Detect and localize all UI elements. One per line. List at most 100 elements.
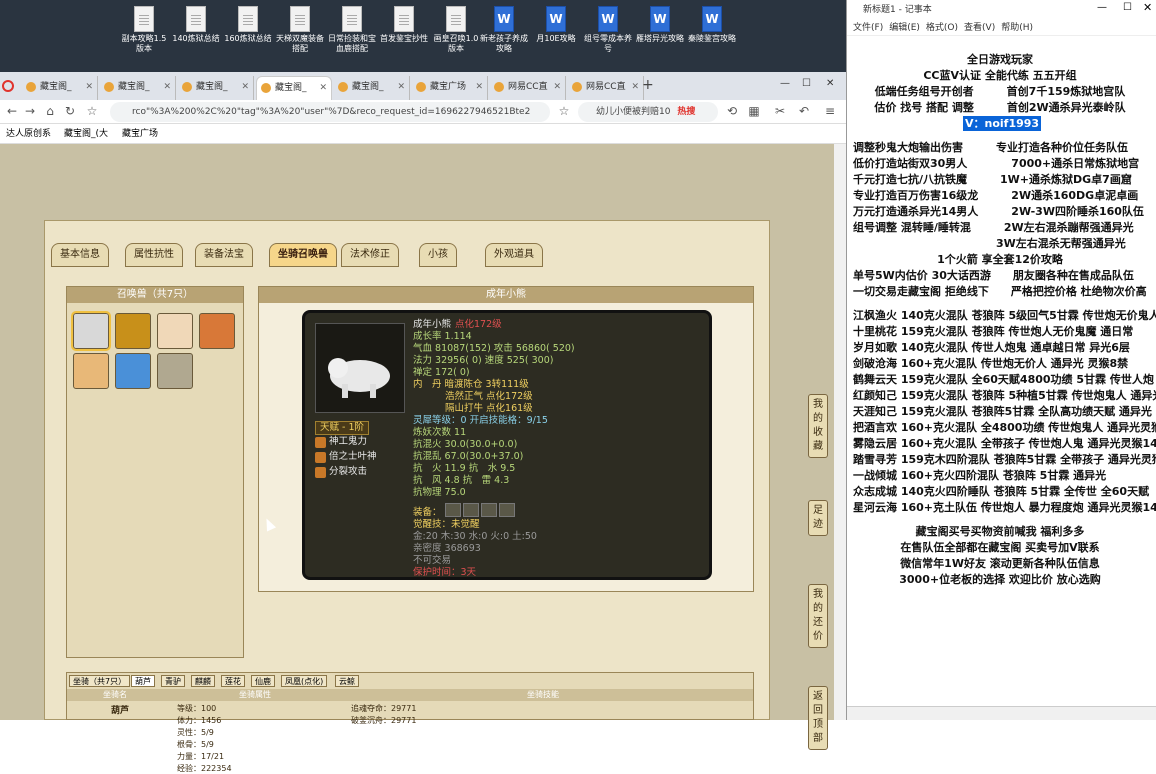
pet-avatar-bear[interactable] [71,311,111,351]
pet-skill[interactable]: 分裂攻击 [329,466,367,478]
tab-close-icon[interactable]: ✕ [475,76,483,98]
sync-icon[interactable]: ⟲ [724,103,740,119]
pet-avatar-warrior[interactable] [199,313,235,349]
desktop-icon[interactable]: 首发鉴宝抄性 [378,6,430,44]
game-tab[interactable]: 属性抗性 [125,243,183,267]
pet-skill[interactable]: 倍之士叶神 [329,451,377,463]
search-input[interactable]: 幼儿小便被判赔10 热搜 [578,102,718,122]
bookmark-item[interactable]: 达人原创系 [6,124,51,144]
desktop-icon[interactable]: W 组号零成本养号 [582,6,634,54]
equip-slot[interactable] [445,503,461,517]
home-icon[interactable]: ⌂ [42,103,58,119]
undo-icon[interactable]: ↶ [796,103,812,119]
bookmark-star-icon[interactable]: ☆ [556,103,572,119]
game-tab[interactable]: 小孩 [419,243,457,267]
grid-icon[interactable]: ▦ [746,103,762,119]
side-button[interactable]: 我的收藏 [808,394,828,458]
notepad-menu-item[interactable]: 帮助(H) [1001,23,1033,33]
tab-close-icon[interactable]: ✕ [85,76,93,98]
browser-tab[interactable]: 网易CC直 ✕ [568,76,644,100]
game-tab[interactable]: 基本信息 [51,243,109,267]
url-input[interactable]: rco"%3A%200%2C%20"tag"%3A%20"user"%7D&re… [110,102,550,122]
notepad-menu-item[interactable]: 查看(V) [964,23,995,33]
page-scrollbar[interactable] [834,144,846,720]
equip-slot[interactable] [463,503,479,517]
pet-avatar-monk[interactable] [157,353,193,389]
star-icon[interactable]: ☆ [84,103,100,119]
desktop: 副本攻略1.5版本 140炼狱总结 160炼狱总结 天梯双魔装备搭配 日常捡装和宝血鹿搭… [0,0,846,72]
notepad-line: CC蓝V认证 全能代练 五五开组 [923,69,1077,82]
desktop-icon[interactable]: 画皇召唤1.0版本 [430,6,482,54]
side-button[interactable]: 足迹 [808,500,828,536]
desktop-icon[interactable]: 日常捡装和宝血鹿搭配 [326,6,378,54]
tab-close-icon[interactable]: ✕ [241,76,249,98]
notepad-menu-item[interactable]: 格式(O) [926,23,958,33]
notepad-menu-item[interactable]: 编辑(E) [889,23,920,33]
pet-avatar-spirit[interactable] [115,353,151,389]
tab-close-icon[interactable]: ✕ [163,76,171,98]
minimize-icon[interactable]: — [780,78,790,89]
browser-tab[interactable]: 藏宝广场 ✕ [412,76,488,100]
notepad-text-area[interactable]: 全日游戏玩家 CC蓝V认证 全能代练 五五开组 低端任务组号开创者 首创7千159炼… [847,36,1156,706]
game-tab[interactable]: 装备法宝 [195,243,253,267]
forward-icon[interactable]: → [22,103,38,119]
tab-close-icon[interactable]: ✕ [631,76,639,98]
side-button[interactable]: 返回顶部 [808,686,828,750]
desktop-icon[interactable]: W 新老孩子养成攻略 [478,6,530,54]
desktop-icon[interactable]: 副本攻略1.5版本 [118,6,170,54]
mount-tab[interactable]: 青驴 [161,675,185,687]
close-icon[interactable]: ✕ [1143,1,1152,14]
browser-tab[interactable]: 藏宝阁_ ✕ [100,76,176,100]
mount-tab[interactable]: 云鲸 [335,675,359,687]
maximize-icon[interactable]: ☐ [1123,2,1132,13]
bookmark-item[interactable]: 藏宝广场 [122,124,158,144]
mount-tab[interactable]: 凤凰(点化) [281,675,328,687]
pet-skill[interactable]: 神工鬼力 [329,436,367,448]
browser-tab[interactable]: 藏宝阁_ ✕ [178,76,254,100]
notepad-line: 低端任务组号开创者 首创7千159炼狱地宫队 [874,85,1126,98]
scissors-icon[interactable]: ✂ [772,103,788,119]
pet-avatar-fairy[interactable] [157,313,193,349]
desktop-icon[interactable]: W 月10E攻略 [530,6,582,44]
desktop-icon[interactable]: W 雁塔异光攻略 [634,6,686,44]
mount-attr: 等级：100 [177,704,217,713]
pet-avatar-dragon[interactable] [115,313,151,349]
close-icon[interactable]: ✕ [826,78,834,89]
bookmark-item[interactable]: 藏宝阁_(大 [64,124,108,144]
browser-tab[interactable]: 藏宝阁_ ✕ [334,76,410,100]
back-icon[interactable]: ← [4,103,20,119]
browser-tab[interactable]: 藏宝阁_ ✕ [256,76,332,100]
desktop-icon-label: 月10E攻略 [536,34,576,43]
tab-close-icon[interactable]: ✕ [397,76,405,98]
side-button[interactable]: 我的还价 [808,584,828,648]
game-tab[interactable]: 法术修正 [341,243,399,267]
mount-tab[interactable]: 麒麟 [191,675,215,687]
game-tab[interactable]: 坐骑召唤兽 [269,243,337,267]
equip-slot[interactable] [499,503,515,517]
desktop-icon[interactable]: 天梯双魔装备搭配 [274,6,326,54]
pet-avatar-child[interactable] [73,353,109,389]
new-tab-icon[interactable]: + [642,77,654,93]
desktop-icon[interactable]: 160炼狱总结 [222,6,274,44]
menu-icon[interactable]: ≡ [822,103,838,119]
notepad-hscroll[interactable] [847,706,1156,720]
refresh-icon[interactable]: ↻ [62,103,78,119]
mount-tab[interactable]: 葫芦 [131,675,155,687]
browser-tab[interactable]: 藏宝阁_ ✕ [22,76,98,100]
tab-close-icon[interactable]: ✕ [553,76,561,98]
mount-tab[interactable]: 莲花 [221,675,245,687]
game-tab[interactable]: 外观道具 [485,243,543,267]
notepad-menu-item[interactable]: 文件(F) [853,23,883,33]
desktop-icon[interactable]: 140炼狱总结 [170,6,222,44]
word-file-icon: W [598,6,618,32]
desktop-icon[interactable]: W 秦陵鉴宫攻略 [686,6,738,44]
minimize-icon[interactable]: — [1097,2,1107,13]
maximize-icon[interactable]: ☐ [802,78,811,89]
browser-tab[interactable]: 网易CC直 ✕ [490,76,566,100]
notepad-line: 雾隐云居 160+克火混队 全带孩子 传世炮人鬼 通异光灵猴14 [853,437,1156,450]
tab-close-icon[interactable]: ✕ [319,77,327,99]
mount-tab[interactable]: 仙鹿 [251,675,275,687]
mount-tab[interactable]: 坐骑（共7只） [69,675,131,687]
pet-list-panel: 召唤兽（共7只） [66,286,244,658]
equip-slot[interactable] [481,503,497,517]
